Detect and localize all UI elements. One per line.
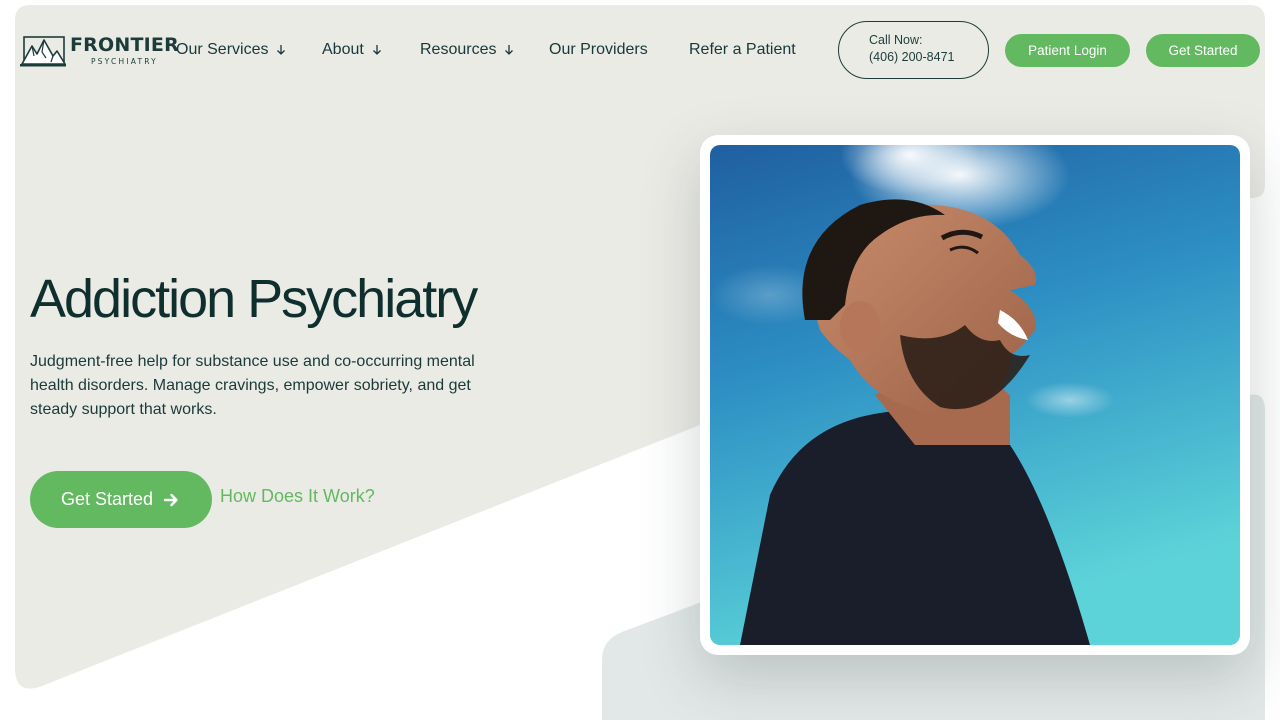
nav-item-label: Refer a Patient bbox=[689, 41, 796, 58]
how-does-it-work-link[interactable]: How Does It Work? bbox=[220, 486, 375, 507]
nav-item-resources[interactable]: Resources bbox=[420, 38, 515, 62]
nav-item-about[interactable]: About bbox=[322, 38, 383, 62]
patient-login-button[interactable]: Patient Login bbox=[1005, 34, 1130, 67]
nav-item-our-services[interactable]: Our Services bbox=[176, 38, 287, 62]
page-title: Addiction Psychiatry bbox=[30, 269, 478, 329]
brand-name: FRONTIER bbox=[70, 34, 179, 57]
cta-label: Get Started bbox=[61, 489, 154, 509]
nav-item-label: Our Services bbox=[176, 41, 269, 58]
header-get-started-button[interactable]: Get Started bbox=[1146, 34, 1260, 67]
nav-item-refer-a-patient[interactable]: Refer a Patient bbox=[689, 38, 796, 62]
nav-item-label: About bbox=[322, 41, 364, 58]
hero-description: Judgment-free help for substance use and… bbox=[30, 353, 475, 418]
nav-item-label: Resources bbox=[420, 41, 497, 58]
logo[interactable]: FRONTIER PSYCHIATRY bbox=[20, 33, 179, 69]
call-label: Call Now: bbox=[869, 33, 923, 47]
man-laughing-photo bbox=[710, 145, 1240, 645]
arrow-down-icon bbox=[277, 45, 286, 55]
nav-item-label: Our Providers bbox=[549, 41, 648, 58]
mountain-logo-icon bbox=[20, 36, 66, 67]
call-now-button[interactable]: Call Now: (406) 200-8471 bbox=[838, 21, 989, 79]
hero-get-started-button[interactable]: Get Started bbox=[30, 471, 212, 528]
nav-item-our-providers[interactable]: Our Providers bbox=[549, 38, 648, 62]
brand-tagline: PSYCHIATRY bbox=[90, 57, 158, 67]
arrow-right-icon bbox=[163, 493, 178, 506]
call-number: (406) 200-8471 bbox=[869, 50, 955, 64]
arrow-down-icon bbox=[372, 45, 381, 55]
arrow-down-icon bbox=[505, 45, 514, 55]
hero-image-card bbox=[700, 135, 1250, 655]
